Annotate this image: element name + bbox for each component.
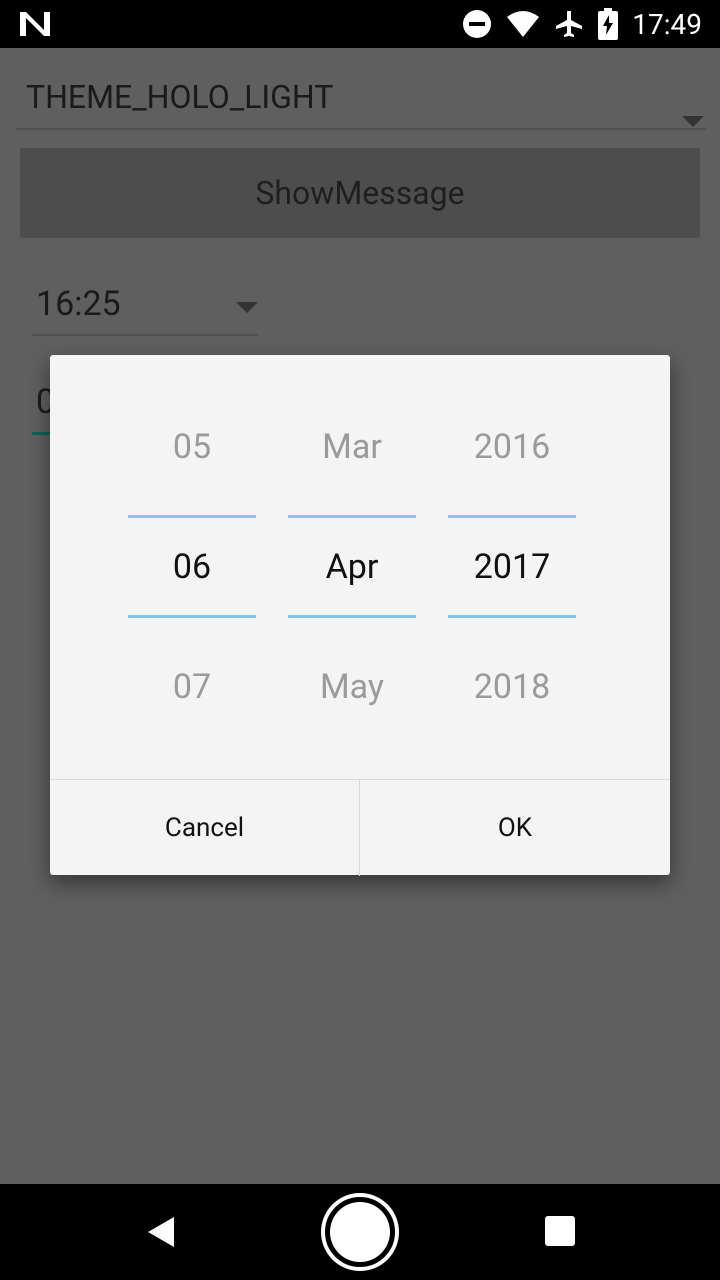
cancel-button[interactable]: Cancel — [50, 780, 360, 876]
month-selection-divider-bottom — [288, 615, 416, 618]
airplane-icon — [556, 11, 583, 37]
date-picker-dialog: 05 06 07 Mar Apr May 2016 2017 2018 Canc… — [50, 355, 670, 876]
back-icon[interactable] — [146, 1216, 176, 1248]
day-next[interactable]: 07 — [128, 667, 256, 707]
year-next[interactable]: 2018 — [448, 667, 576, 707]
year-prev[interactable]: 2016 — [448, 427, 576, 467]
theme-spinner-value: THEME_HOLO_LIGHT — [26, 78, 334, 116]
status-bar: 17:49 — [0, 0, 720, 48]
time-spinner-value: 16:25 — [36, 284, 121, 324]
day-selection-divider-bottom — [128, 615, 256, 618]
do-not-disturb-icon — [463, 10, 492, 38]
status-time: 17:49 — [632, 7, 702, 41]
ok-button[interactable]: OK — [360, 780, 670, 876]
show-message-label: ShowMessage — [255, 174, 465, 212]
month-picker[interactable]: Mar Apr May — [288, 355, 416, 780]
dropdown-caret-icon — [682, 116, 704, 127]
month-selection-divider-top — [288, 515, 416, 518]
year-selection-divider-top — [448, 515, 576, 518]
show-message-button[interactable]: ShowMessage — [20, 148, 700, 238]
month-current[interactable]: Apr — [288, 547, 416, 587]
navigation-bar — [0, 1184, 720, 1280]
day-selection-divider-top — [128, 515, 256, 518]
n-logo-icon — [20, 12, 50, 36]
day-picker[interactable]: 05 06 07 — [128, 355, 256, 780]
day-prev[interactable]: 05 — [128, 427, 256, 467]
month-prev[interactable]: Mar — [288, 427, 416, 467]
month-next[interactable]: May — [288, 667, 416, 707]
day-current[interactable]: 06 — [128, 547, 256, 587]
recents-icon[interactable] — [545, 1216, 575, 1246]
year-selection-divider-bottom — [448, 615, 576, 618]
wifi-icon — [507, 11, 540, 37]
year-picker[interactable]: 2016 2017 2018 — [448, 355, 576, 780]
battery-icon — [598, 8, 619, 40]
home-icon[interactable] — [320, 1192, 400, 1272]
dropdown-caret-icon — [236, 302, 258, 313]
theme-spinner[interactable]: THEME_HOLO_LIGHT — [16, 72, 706, 130]
time-spinner[interactable]: 16:25 — [32, 280, 258, 336]
dialog-button-bar: Cancel OK — [50, 779, 670, 876]
year-current[interactable]: 2017 — [448, 547, 576, 587]
